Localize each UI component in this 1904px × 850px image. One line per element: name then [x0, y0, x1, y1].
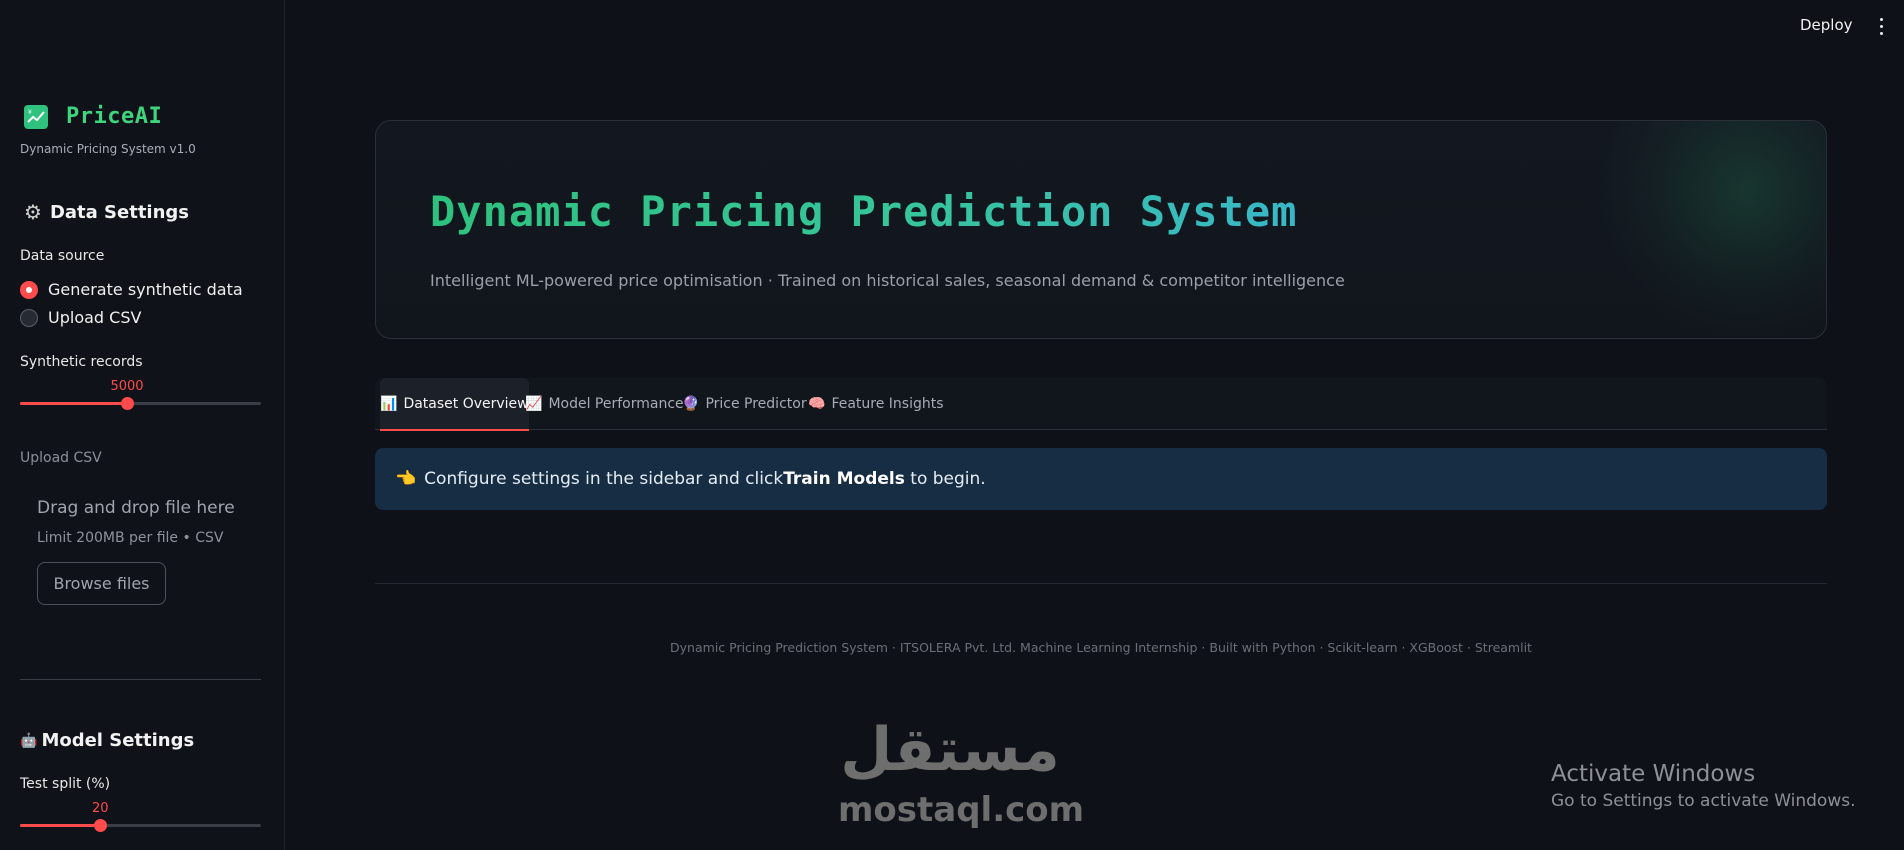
brand-subtitle: Dynamic Pricing System v1.0: [20, 142, 196, 156]
data-settings-label: Data Settings: [49, 201, 190, 223]
kebab-dot: [1880, 32, 1883, 35]
radio-button-checked[interactable]: [20, 280, 38, 299]
tab-label: Dataset Overview: [403, 396, 529, 412]
radio-label: Upload CSV: [48, 308, 142, 327]
robot-icon: 🤖: [20, 732, 38, 749]
sidebar-divider: [20, 679, 261, 680]
line-chart-icon: 📈: [525, 396, 543, 412]
model-settings-title: 🤖 Model Settings: [20, 730, 194, 751]
deploy-button[interactable]: Deploy: [1800, 16, 1853, 34]
crystal-ball-icon: 🔮: [682, 396, 700, 412]
activate-windows-title: Activate Windows: [1551, 761, 1756, 787]
svg-text:¥: ¥: [28, 109, 32, 116]
slider-value: 5000: [110, 379, 144, 394]
brand-name: PriceAI: [66, 104, 163, 129]
brain-icon: 🧠: [808, 396, 826, 412]
slider-value: 20: [91, 801, 109, 816]
test-split-slider[interactable]: 20: [20, 801, 261, 835]
tab-model-performance[interactable]: 📈 Model Performance: [525, 378, 684, 430]
page-title: Dynamic Pricing Prediction System: [430, 187, 1298, 236]
hero-banner: Dynamic Pricing Prediction System Intell…: [375, 120, 1827, 339]
radio-upload-csv[interactable]: Upload CSV: [20, 308, 141, 327]
dropzone-limit: Limit 200MB per file • CSV: [37, 530, 224, 546]
slider-thumb[interactable]: [121, 397, 134, 410]
tab-dataset-overview[interactable]: 📊 Dataset Overview: [380, 378, 529, 431]
slider-fill: [20, 824, 101, 827]
info-alert: 👈 Configure settings in the sidebar and …: [375, 448, 1827, 510]
slider-thumb[interactable]: [94, 819, 108, 832]
data-settings-title: ⚙ Data Settings: [24, 200, 189, 224]
test-split-label: Test split (%): [20, 776, 111, 792]
data-source-label: Data source: [20, 248, 105, 264]
radio-button[interactable]: [20, 308, 38, 327]
file-dropzone[interactable]: Drag and drop file here Limit 200MB per …: [20, 490, 261, 610]
bar-chart-icon: 📊: [380, 396, 398, 412]
footer-divider: [375, 583, 1827, 584]
footer-text: Dynamic Pricing Prediction System · ITSO…: [670, 640, 1532, 655]
tab-label: Model Performance: [548, 396, 684, 412]
tab-label: Price Predictor: [705, 396, 807, 412]
brand: ¥ PriceAI: [24, 104, 162, 129]
app-window: ¥ PriceAI Dynamic Pricing System v1.0 ⚙ …: [0, 0, 1904, 850]
watermark-arabic: مستقل: [840, 715, 1060, 785]
radio-label: Generate synthetic data: [48, 280, 243, 299]
info-text-after: to begin.: [904, 469, 986, 489]
sidebar: ¥ PriceAI Dynamic Pricing System v1.0 ⚙ …: [0, 0, 285, 850]
info-text-before: Configure settings in the sidebar and cl…: [424, 469, 784, 489]
tab-price-predictor[interactable]: 🔮 Price Predictor: [682, 378, 807, 430]
model-settings-label: Model Settings: [41, 730, 195, 751]
pointing-hand-icon: 👈: [395, 469, 417, 489]
kebab-menu-icon[interactable]: [1873, 14, 1889, 38]
activate-windows-subtitle: Go to Settings to activate Windows.: [1551, 791, 1856, 811]
synthetic-records-label: Synthetic records: [20, 354, 143, 370]
tab-label: Feature Insights: [831, 396, 944, 412]
kebab-dot: [1880, 18, 1883, 21]
synthetic-records-slider[interactable]: 5000: [20, 379, 261, 413]
slider-fill: [20, 402, 127, 405]
watermark-latin: mostaql.com: [838, 790, 1085, 830]
page-subtitle: Intelligent ML-powered price optimisatio…: [430, 271, 1345, 290]
info-text-bold: Train Models: [783, 469, 905, 489]
browse-files-button[interactable]: Browse files: [37, 562, 166, 605]
upload-csv-label: Upload CSV: [20, 450, 102, 466]
chart-icon: ¥: [24, 104, 48, 129]
activate-windows-notice: Activate Windows Go to Settings to activ…: [1551, 761, 1856, 811]
gear-icon: ⚙: [24, 200, 42, 224]
dropzone-title: Drag and drop file here: [37, 498, 235, 518]
kebab-dot: [1880, 25, 1883, 28]
tab-bar: 📊 Dataset Overview 📈 Model Performance 🔮…: [375, 378, 1827, 431]
radio-generate-synthetic[interactable]: Generate synthetic data: [20, 280, 243, 299]
tab-feature-insights[interactable]: 🧠 Feature Insights: [808, 378, 944, 430]
